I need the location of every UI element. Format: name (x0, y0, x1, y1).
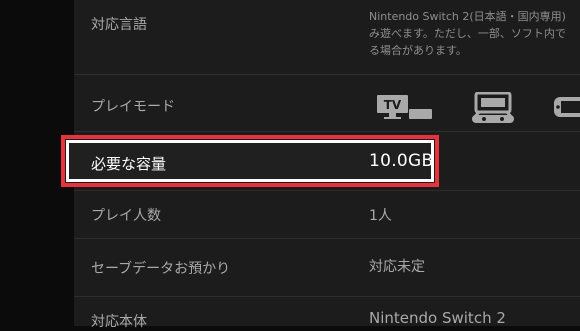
row-label-save-data: セーブデータお預かり (91, 261, 231, 277)
row-label-languages: 対応言語 (91, 17, 147, 33)
row-divider (74, 74, 580, 75)
tv-label: TV (384, 98, 402, 112)
row-divider (74, 190, 580, 191)
row-value-players: 1人 (369, 208, 392, 224)
tabletop-mode-icon (470, 91, 520, 128)
handheld-mode-icon (553, 95, 580, 123)
row-label-supported-console: 対応本体 (91, 314, 147, 330)
row-value-save-data: 対応未定 (369, 259, 425, 275)
language-description-line-2: み遊べます。ただし、一部、ソフト内で (369, 27, 566, 40)
row-label-play-mode: プレイモード (91, 99, 175, 115)
language-description: Nintendo Switch 2(日本語・国内専用) み遊べます。ただし、一部… (369, 8, 580, 59)
row-value-supported-console: Nintendo Switch 2 (369, 309, 506, 327)
row-value-required-storage: 10.0GB (369, 151, 434, 171)
row-divider (74, 296, 580, 297)
row-label-players: プレイ人数 (91, 208, 161, 224)
row-divider (74, 131, 580, 132)
language-description-line-1: Nintendo Switch 2(日本語・国内専用) (369, 10, 566, 23)
row-label-required-storage: 必要な容量 (91, 155, 167, 173)
language-description-line-3: る場合があります。 (369, 44, 467, 57)
row-divider (74, 238, 580, 239)
tv-mode-icon: TV (376, 94, 434, 126)
